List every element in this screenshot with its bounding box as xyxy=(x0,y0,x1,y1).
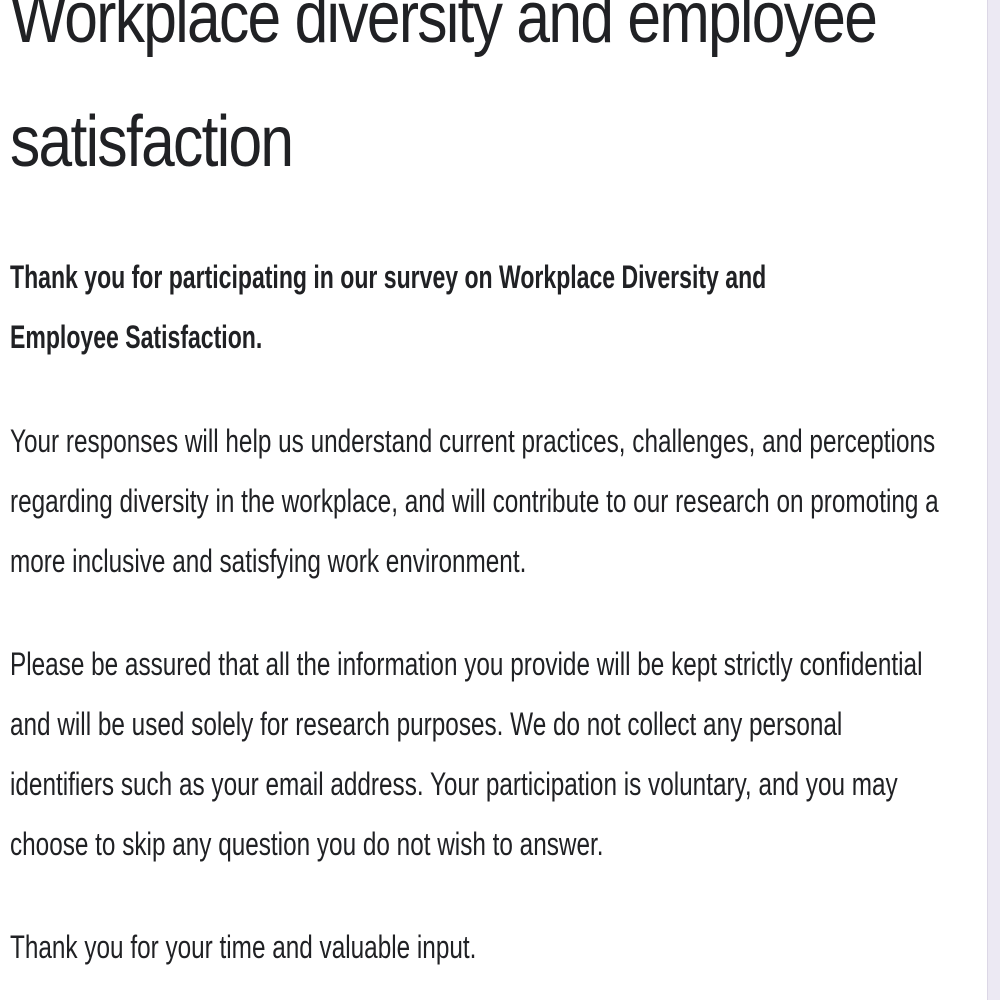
form-confidentiality-text: Please be assured that all the informati… xyxy=(10,646,923,862)
form-closing-text: Thank you for your time and valuable inp… xyxy=(10,929,477,965)
form-title: Workplace diversity and employee satisfa… xyxy=(10,0,878,182)
form-purpose-text: Your responses will help us understand c… xyxy=(10,423,939,579)
form-intro-text: Thank you for participating in our surve… xyxy=(10,259,767,355)
form-header-card: Workplace diversity and employee satisfa… xyxy=(0,0,988,1000)
page-background-edge xyxy=(987,0,1000,1000)
